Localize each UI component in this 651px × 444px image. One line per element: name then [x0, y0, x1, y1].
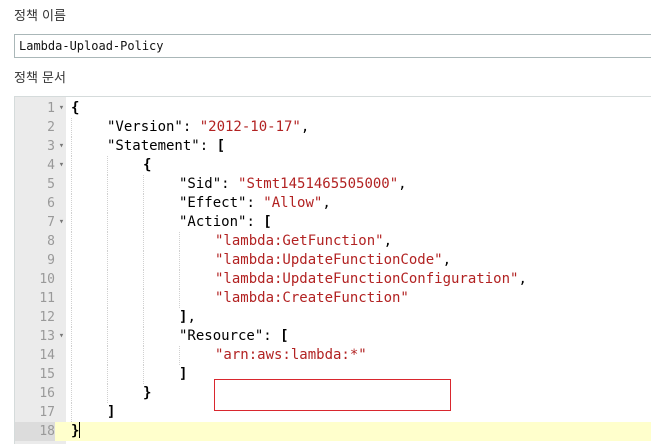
json-key: "Version" [107, 119, 183, 135]
line-number: 13 [39, 329, 55, 344]
json-string: "lambda:UpdateFunctionConfiguration" [215, 271, 519, 287]
line-number: 11 [39, 291, 55, 306]
code-line[interactable]: 1 ▾ { [15, 99, 651, 118]
line-number: 4 [47, 158, 55, 173]
code-line[interactable]: 5 "Sid": "Stmt1451465505000", [15, 175, 651, 194]
policy-name-label: 정책 이름 [14, 9, 66, 24]
code-line[interactable]: 2 "Version": "2012-10-17", [15, 118, 651, 137]
code-line[interactable]: 4 ▾ { [15, 156, 651, 175]
code-line[interactable]: 17 ] [15, 403, 651, 422]
json-key: "Effect" [179, 195, 247, 211]
line-number: 1 [47, 101, 55, 116]
json-key: "Action" [179, 214, 247, 230]
fold-toggle-icon[interactable]: ▾ [57, 327, 66, 346]
policy-document-label: 정책 문서 [14, 71, 66, 86]
code-line[interactable]: 3 ▾ "Statement": [ [15, 137, 651, 156]
line-number: 18 [15, 422, 55, 441]
fold-toggle-icon[interactable]: ▾ [57, 156, 66, 175]
json-string: "Allow" [263, 195, 323, 211]
json-key: "Sid" [179, 176, 222, 192]
fold-toggle-icon[interactable]: ▾ [57, 99, 66, 118]
line-number: 17 [39, 405, 55, 420]
code-line[interactable]: 11 "lambda:CreateFunction" [15, 289, 651, 308]
line-number: 5 [47, 177, 55, 192]
code-line-active[interactable]: 18 } [15, 422, 651, 441]
line-number: 6 [47, 196, 55, 211]
line-number: 12 [39, 310, 55, 325]
fold-toggle-icon[interactable]: ▾ [57, 137, 66, 156]
line-number: 8 [47, 234, 55, 249]
text-cursor [79, 422, 81, 438]
line-number: 15 [39, 367, 55, 382]
code-line[interactable]: 10 "lambda:UpdateFunctionConfiguration", [15, 270, 651, 289]
line-number: 2 [47, 120, 55, 135]
json-string: "2012-10-17" [199, 119, 301, 135]
json-string: "lambda:GetFunction" [215, 233, 384, 249]
code-line[interactable]: 16 } [15, 384, 651, 403]
line-number: 3 [47, 139, 55, 154]
code-line[interactable]: 15 ] [15, 365, 651, 384]
policy-name-input[interactable] [14, 34, 651, 58]
code-line[interactable]: 7 ▾ "Action": [ [15, 213, 651, 232]
json-string: "lambda:CreateFunction" [215, 290, 409, 306]
json-key: "Statement" [107, 138, 200, 154]
fold-toggle-icon[interactable]: ▾ [57, 213, 66, 232]
code-line[interactable]: 13 ▾ "Resource": [ [15, 327, 651, 346]
line-number: 7 [47, 215, 55, 230]
code-line[interactable]: 9 "lambda:UpdateFunctionCode", [15, 251, 651, 270]
line-number: 14 [39, 348, 55, 363]
line-number: 9 [47, 253, 55, 268]
json-string: "Stmt1451465505000" [238, 176, 399, 192]
code-line[interactable]: 12 ], [15, 308, 651, 327]
code-line[interactable]: 14 "arn:aws:lambda:*" [15, 346, 651, 365]
line-number: 10 [39, 272, 55, 287]
json-key: "Resource" [179, 328, 264, 344]
code-line[interactable]: 6 "Effect": "Allow", [15, 194, 651, 213]
policy-document-editor[interactable]: 1 ▾ { 2 "Version": "2012-10-17", 3 ▾ "St… [14, 96, 651, 444]
editor-lines: 1 ▾ { 2 "Version": "2012-10-17", 3 ▾ "St… [15, 99, 651, 441]
json-string: "arn:aws:lambda:*" [215, 347, 367, 363]
code-line[interactable]: 8 "lambda:GetFunction", [15, 232, 651, 251]
line-number: 16 [39, 386, 55, 401]
json-string: "lambda:UpdateFunctionCode" [215, 252, 443, 268]
